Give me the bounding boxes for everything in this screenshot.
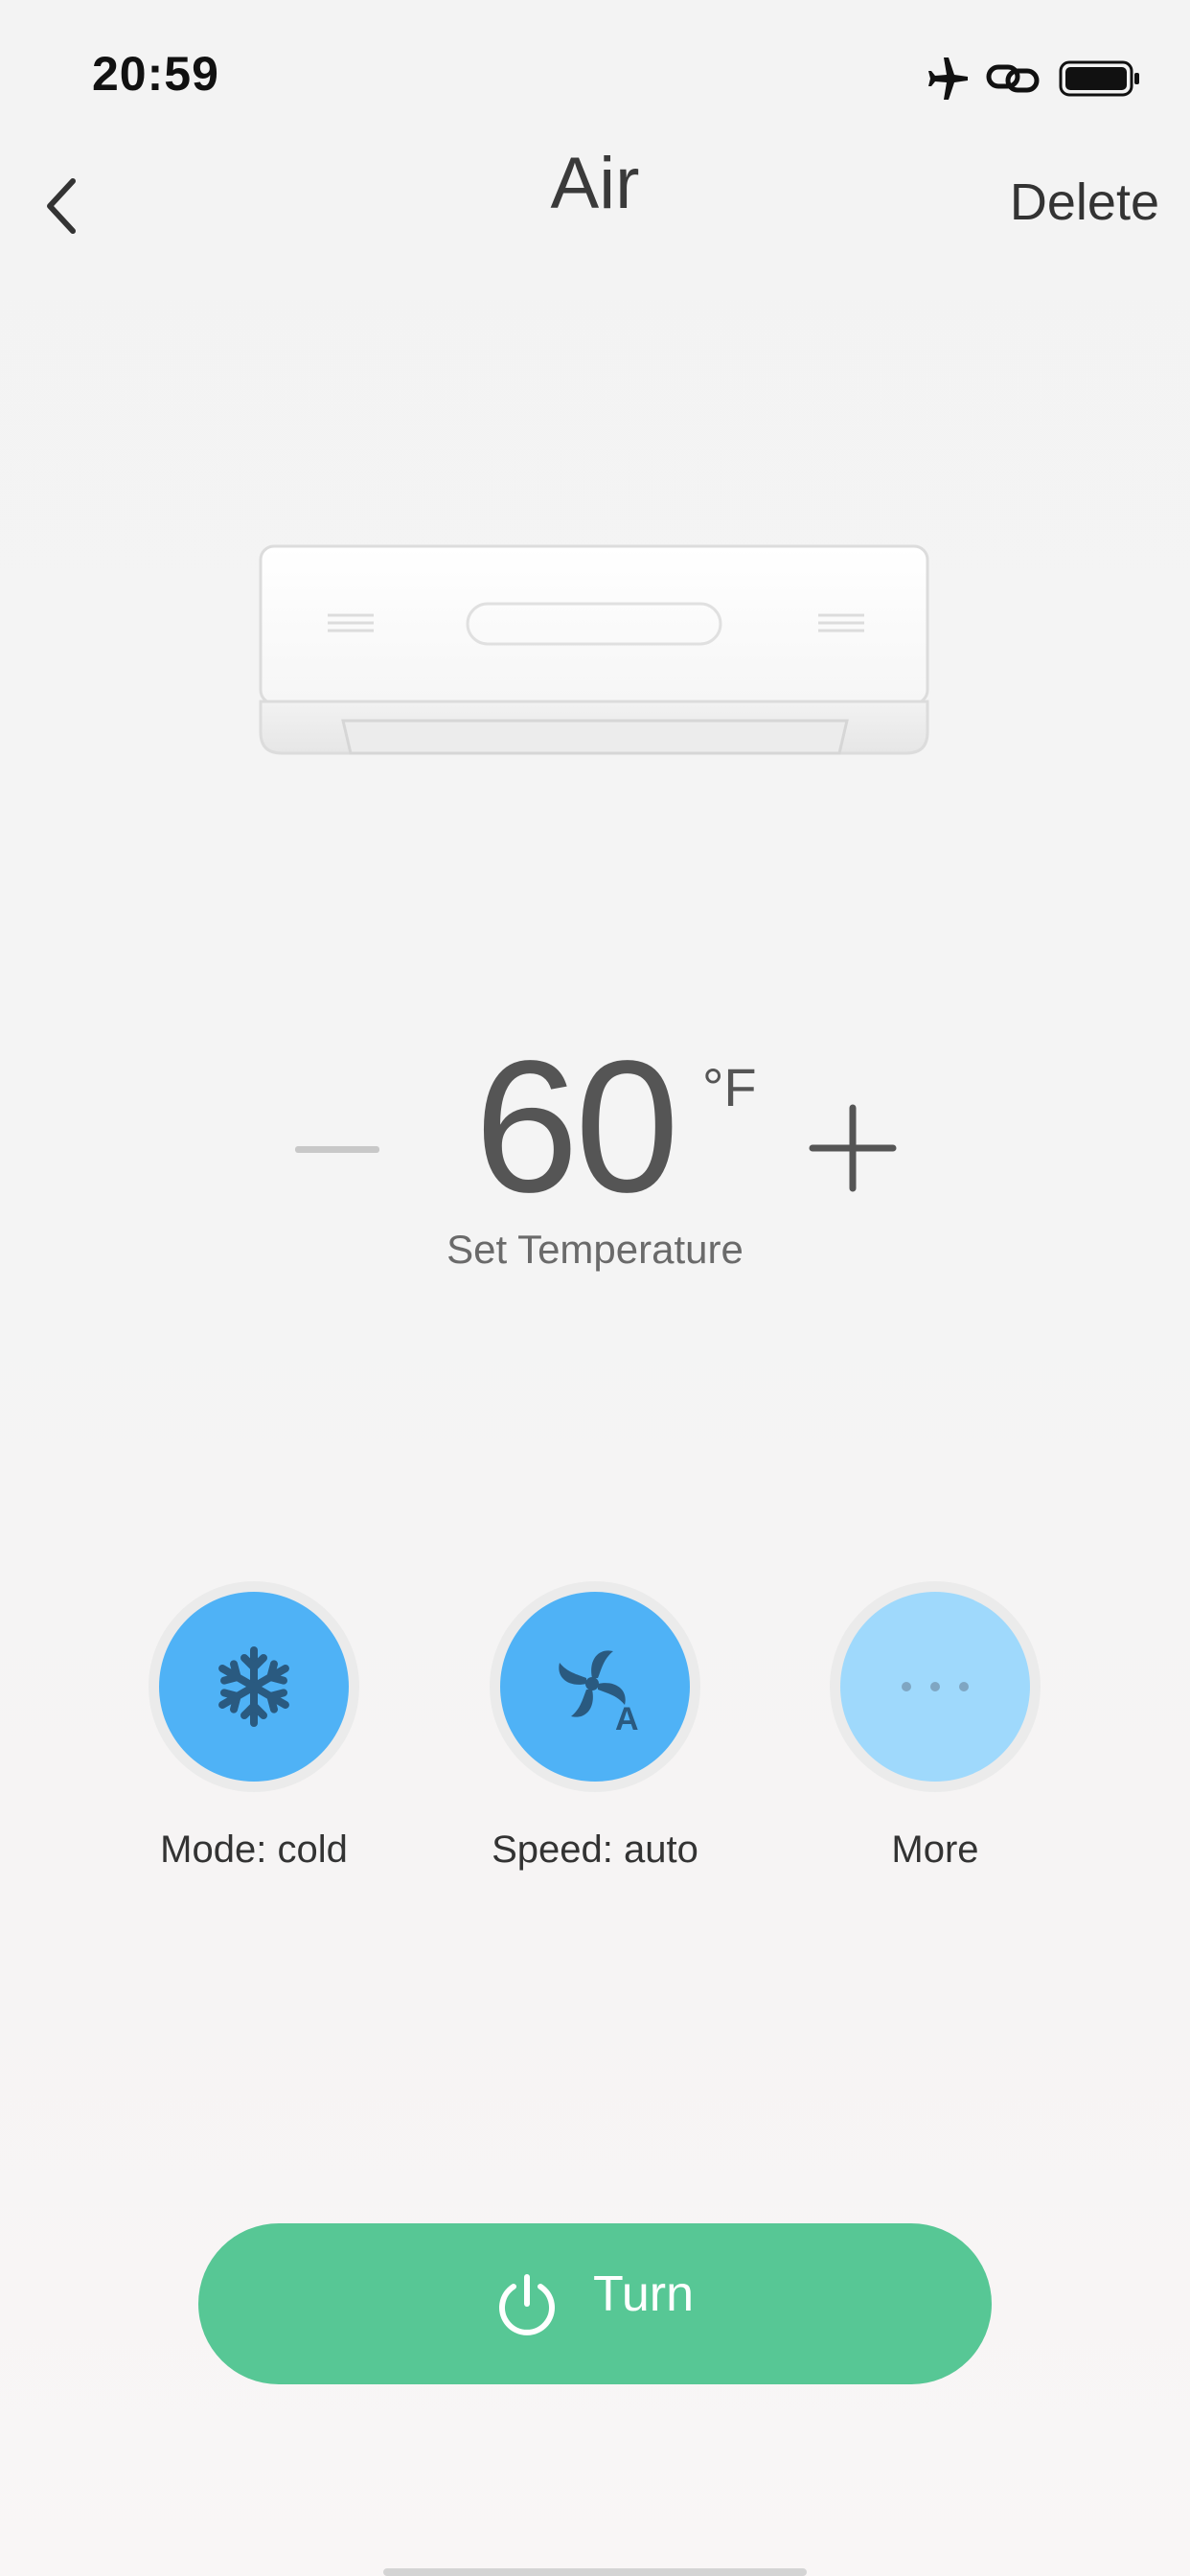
delete-button[interactable]: Delete <box>968 172 1159 232</box>
status-icons <box>920 54 1146 102</box>
more-button[interactable] <box>830 1581 1041 1792</box>
set-temperature-label: Set Temperature <box>446 1227 744 1272</box>
speed-button-face: A <box>500 1592 690 1782</box>
link-icon <box>986 64 1040 93</box>
more-dots-icon <box>902 1682 969 1691</box>
svg-text:A: A <box>615 1701 639 1737</box>
mode-label: Mode: cold <box>160 1828 348 1871</box>
increase-temperature-button[interactable] <box>805 1100 901 1196</box>
turn-power-button[interactable]: Turn <box>198 2223 992 2384</box>
air-conditioner-image <box>257 544 931 761</box>
more-label: More <box>891 1828 979 1871</box>
page-title: Air <box>550 143 640 224</box>
more-button-face <box>840 1592 1030 1782</box>
speed-label: Speed: auto <box>492 1828 698 1871</box>
status-time: 20:59 <box>92 47 219 101</box>
minus-icon <box>295 1146 379 1153</box>
temperature-value: 60 <box>474 1022 679 1231</box>
power-icon <box>499 2274 555 2335</box>
mode-button[interactable] <box>149 1581 359 1792</box>
battery-icon <box>1059 60 1139 97</box>
back-button[interactable] <box>34 168 92 244</box>
airplane-mode-icon <box>928 58 968 100</box>
turn-label: Turn <box>593 2266 694 2322</box>
home-indicator <box>383 2568 807 2576</box>
speed-button[interactable]: A <box>490 1581 700 1792</box>
plus-icon <box>809 1104 897 1192</box>
fan-auto-icon: A <box>559 1650 639 1737</box>
mode-button-face <box>159 1592 349 1782</box>
chevron-left-icon <box>47 178 76 234</box>
snowflake-icon <box>218 1646 289 1727</box>
temperature-unit: °F <box>702 1057 757 1117</box>
decrease-temperature-button[interactable] <box>286 1112 391 1188</box>
